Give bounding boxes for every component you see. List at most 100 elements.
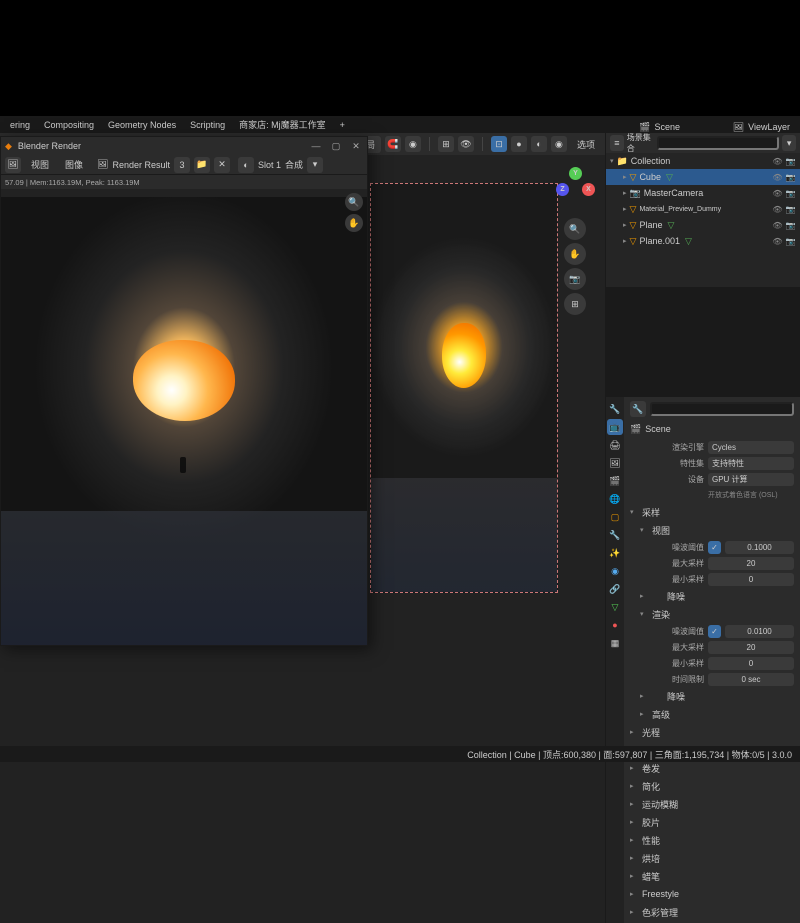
properties-search-input[interactable] [650,402,794,416]
xray-toggle[interactable]: 👁 [458,136,474,152]
restrict-render-icon[interactable]: 📷 [785,156,796,167]
viewport-sampling-section[interactable]: ▾视图 [626,521,798,539]
editor-type-icon[interactable]: 🔧 [630,401,646,417]
time-limit-input[interactable]: 0 sec [708,673,794,686]
nav-gizmo[interactable]: Y X Z [553,167,597,211]
physics-tab-icon[interactable]: ◉ [607,563,623,579]
render-min-samples-input[interactable]: 0 [708,657,794,670]
outliner-row-collection[interactable]: ▾ 📁 Collection 👁📷 [606,153,800,169]
outliner-editor-icon[interactable]: ≡ [610,135,624,151]
outliner-row-plane001[interactable]: ▸ ▽ Plane.001 ▽ 👁📷 [606,233,800,249]
grease-pencil-section[interactable]: ▸蜡笔 [626,867,798,885]
shading-rendered[interactable]: ◉ [551,136,567,152]
image-menu-view[interactable]: 视图 [25,156,55,173]
denoise-section[interactable]: ▸降噪 [626,587,798,605]
shading-material[interactable]: ◐ [531,136,547,152]
axis-x[interactable]: X [582,183,595,196]
workspace-add[interactable]: + [334,118,351,132]
image-menu-image[interactable]: 图像 [59,156,89,173]
simplify-section[interactable]: ▸简化 [626,777,798,795]
motion-blur-section[interactable]: ▸运动模糊 [626,795,798,813]
pass-selector[interactable]: ▾ [307,157,323,173]
render-noise-threshold-checkbox[interactable]: ✓ [708,625,721,638]
film-section[interactable]: ▸胶片 [626,813,798,831]
denoise-checkbox[interactable] [652,591,663,602]
bake-section[interactable]: ▸烘培 [626,849,798,867]
tool-tab-icon[interactable]: 🔧 [607,401,623,417]
output-tab-icon[interactable]: 🖨 [607,437,623,453]
noise-threshold-checkbox[interactable]: ✓ [708,541,721,554]
modifier-tab-icon[interactable]: 🔧 [607,527,623,543]
noise-threshold-input[interactable]: 0.1000 [725,541,794,554]
render-denoise-checkbox[interactable] [652,691,663,702]
axis-y[interactable]: Y [569,167,582,180]
image-datablock[interactable]: 🖼 Render Result [97,159,170,170]
disclosure-triangle-icon[interactable]: ▸ [623,221,627,229]
render-max-samples-input[interactable]: 20 [708,641,794,654]
pan-icon[interactable]: ✋ [345,214,363,232]
outliner-row-cube[interactable]: ▸ ▽ Cube ▽ 👁📷 [606,169,800,185]
new-image-button[interactable]: 📁 [194,157,210,173]
options-dropdown[interactable]: 选项 [571,136,601,153]
proportional-edit-toggle[interactable]: ◉ [405,136,421,152]
data-tab-icon[interactable]: ▽ [607,599,623,615]
light-paths-section[interactable]: ▸光程 [626,723,798,741]
constraints-tab-icon[interactable]: 🔗 [607,581,623,597]
particles-tab-icon[interactable]: ✨ [607,545,623,561]
feature-set-dropdown[interactable]: 支持特性 [708,457,794,470]
shading-wireframe[interactable]: ⊡ [491,136,507,152]
performance-section[interactable]: ▸性能 [626,831,798,849]
advanced-section[interactable]: ▸高级 [626,705,798,723]
visibility-toggle[interactable]: 👁 [772,188,783,199]
outliner-row-camera[interactable]: ▸ 📷 MasterCamera 👁📷 [606,185,800,201]
render-toggle[interactable]: 📷 [785,172,796,183]
disclosure-triangle-icon[interactable]: ▾ [610,157,614,165]
render-denoise-section[interactable]: ▸降噪 [626,687,798,705]
unlink-button[interactable]: ✕ [214,157,230,173]
pan-tool-icon[interactable]: ✋ [564,243,586,265]
outliner-row-plane[interactable]: ▸ ▽ Plane ▽ 👁📷 [606,217,800,233]
workspace-tab[interactable]: Geometry Nodes [102,118,182,132]
layer-selector[interactable]: 合成 [285,158,303,171]
minimize-button[interactable]: — [309,139,323,153]
visibility-toggle[interactable]: 👁 [772,236,783,247]
visibility-toggle[interactable]: 👁 [772,220,783,231]
render-noise-threshold-input[interactable]: 0.0100 [725,625,794,638]
close-button[interactable]: ✕ [349,139,363,153]
outliner-search-input[interactable] [657,136,779,150]
render-sampling-section[interactable]: ▾渲染 [626,605,798,623]
render-toggle[interactable]: 📷 [785,188,796,199]
visibility-toggle[interactable]: 👁 [772,172,783,183]
render-canvas[interactable]: 🔍 ✋ [1,189,367,645]
axis-z[interactable]: Z [556,183,569,196]
slot-selector[interactable]: Slot 1 [258,160,281,170]
zoom-tool-icon[interactable]: 🔍 [564,218,586,240]
overlay-toggle[interactable]: ⊞ [438,136,454,152]
workspace-tab[interactable]: ering [4,118,36,132]
workspace-tab[interactable]: Scripting [184,118,231,132]
workspace-extra[interactable]: 商家店: Mj魔器工作室 [233,116,332,133]
shading-solid[interactable]: ● [511,136,527,152]
disclosure-triangle-icon[interactable]: ▸ [623,173,627,181]
viewlayer-tab-icon[interactable]: 🖼 [607,455,623,471]
perspective-toggle-icon[interactable]: ⊞ [564,293,586,315]
world-tab-icon[interactable]: 🌐 [607,491,623,507]
editor-type-icon[interactable]: 🖼 [5,157,21,173]
zoom-icon[interactable]: 🔍 [345,193,363,211]
render-toggle[interactable]: 📷 [785,236,796,247]
outliner-row-material-dummy[interactable]: ▸ ▽ Material_Preview_Dummy 👁📷 [606,201,800,217]
object-tab-icon[interactable]: ▢ [607,509,623,525]
display-channels-icon[interactable]: ◐ [238,157,254,173]
sampling-section[interactable]: ▾采样 [626,503,798,521]
render-toggle[interactable]: 📷 [785,204,796,215]
camera-view-icon[interactable]: 📷 [564,268,586,290]
restrict-select-icon[interactable]: 👁 [772,156,783,167]
visibility-toggle[interactable]: 👁 [772,204,783,215]
freestyle-section[interactable]: ▸Freestyle [626,885,798,903]
disclosure-triangle-icon[interactable]: ▸ [623,189,627,197]
min-samples-input[interactable]: 0 [708,573,794,586]
render-tab-icon[interactable]: 📺 [607,419,623,435]
snap-toggle[interactable]: 🧲 [385,136,401,152]
color-management-section[interactable]: ▸色彩管理 [626,903,798,921]
fake-user-toggle[interactable]: 3 [174,157,190,173]
